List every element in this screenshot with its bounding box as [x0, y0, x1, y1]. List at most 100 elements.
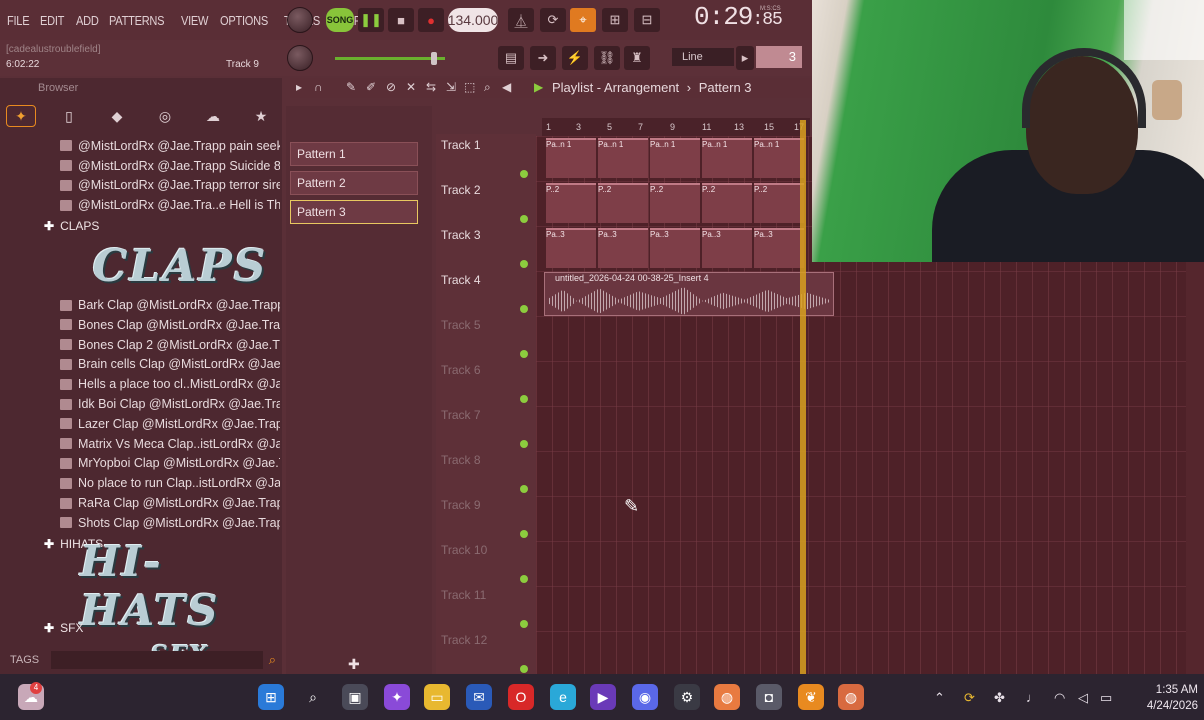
list-item[interactable]: Hells a place too cl..MistLordRx @Jae.Tr… — [10, 374, 280, 394]
tags-search-input[interactable] — [51, 651, 263, 669]
pencil-icon[interactable]: ✎ — [346, 80, 356, 94]
menu-edit[interactable]: EDIT — [40, 13, 64, 28]
list-item[interactable]: Idk Boi Clap @MistLordRx @Jae.Trapp — [10, 394, 280, 414]
snap-value[interactable]: 3 — [756, 46, 802, 68]
tray-app-icon[interactable]: ✤ — [994, 690, 1005, 706]
menu-add[interactable]: ADD — [76, 13, 99, 28]
search-icon[interactable]: ⌕ — [300, 684, 326, 710]
list-item[interactable]: No place to run Clap..istLordRx @Jae.Tra… — [10, 473, 280, 493]
mixer-button[interactable]: ⛓ — [594, 46, 620, 70]
track-mute-led[interactable] — [520, 395, 528, 403]
track-mute-led[interactable] — [520, 485, 528, 493]
delete-icon[interactable]: ⊘ — [386, 80, 396, 94]
pattern-clip[interactable]: Pa..n 1 — [650, 138, 700, 178]
track-mute-led[interactable] — [520, 170, 528, 178]
track-mute-led[interactable] — [520, 530, 528, 538]
step-edit-button[interactable]: ⊞ — [602, 8, 628, 32]
track-header-6[interactable]: Track 6 — [441, 363, 481, 377]
menu-options[interactable]: OPTIONS — [220, 13, 268, 28]
list-item[interactable]: @MistLordRx @Jae.Tra..e Hell is That!! 8… — [10, 195, 280, 215]
metronome-button[interactable]: ⏅ — [508, 8, 534, 32]
audio-clip[interactable]: untitled_2026-04-24 00-38-25_Insert 4 — [544, 272, 834, 316]
pattern-clip[interactable]: Pa..n 1 — [546, 138, 596, 178]
track-header-10[interactable]: Track 10 — [441, 543, 487, 557]
menu-patterns[interactable]: PATTERNS — [109, 13, 165, 28]
track-mute-led[interactable] — [520, 350, 528, 358]
browser-button[interactable]: ♜ — [624, 46, 650, 70]
play-pause-button[interactable]: ❚❚ — [358, 8, 384, 32]
track-mute-led[interactable] — [520, 260, 528, 268]
app-icon[interactable]: ◍ — [714, 684, 740, 710]
pattern-item-2[interactable]: Pattern 2 — [290, 171, 418, 195]
track-mute-led[interactable] — [520, 665, 528, 673]
timeline-ruler[interactable]: 1 3 5 7 9 11 13 15 17 — [542, 118, 810, 136]
list-item[interactable]: MrYopboi Clap @MistLordRx @Jae.Trapp — [10, 454, 280, 474]
browser-cloud-icon[interactable]: ☁ — [198, 105, 228, 127]
pattern-clip[interactable]: P..2 — [650, 183, 700, 223]
volume-icon[interactable]: ◁ — [1078, 690, 1088, 706]
playlist-menu-arrow-icon[interactable]: ▸ — [296, 80, 302, 94]
track-header-7[interactable]: Track 7 — [441, 408, 481, 422]
pattern-item-1[interactable]: Pattern 1 — [290, 142, 418, 166]
countdown-button[interactable]: ⌖ — [570, 8, 596, 32]
browser-files-icon[interactable]: ▯ — [54, 105, 84, 127]
edge-icon[interactable]: e — [550, 684, 576, 710]
track-header-5[interactable]: Track 5 — [441, 318, 481, 332]
pattern-clip[interactable]: P..2 — [598, 183, 648, 223]
task-view-icon[interactable]: ▣ — [342, 684, 368, 710]
track-header-12[interactable]: Track 12 — [441, 633, 487, 647]
tempo-display[interactable]: 134.000 — [448, 8, 498, 32]
select-icon[interactable]: ⬚ — [464, 80, 475, 94]
list-item[interactable]: Lazer Clap @MistLordRx @Jae.Trapp — [10, 414, 280, 434]
pattern-clip[interactable]: Pa..3 — [598, 228, 648, 268]
pattern-clip[interactable]: Pa..3 — [702, 228, 752, 268]
playhead[interactable] — [800, 120, 806, 674]
wait-input-button[interactable]: ⟳ — [540, 8, 566, 32]
track-mute-led[interactable] — [520, 215, 528, 223]
browser-favorites-icon[interactable]: ★ — [246, 105, 276, 127]
list-item[interactable]: Bark Clap @MistLordRx @Jae.Trapp — [10, 295, 280, 315]
track-mute-led[interactable] — [520, 305, 528, 313]
search-icon[interactable]: ⌕ — [269, 652, 276, 668]
snap-mode-dropdown[interactable]: Line — [672, 48, 734, 66]
microphone-icon[interactable]: ♩ — [1026, 690, 1039, 705]
list-item[interactable]: Matrix Vs Meca Clap..istLordRx @Jae.Trap… — [10, 434, 280, 454]
fl-studio-icon[interactable]: ❦ — [798, 684, 824, 710]
snap-arrow-button[interactable]: ▸ — [736, 46, 754, 70]
menu-file[interactable]: FILE — [7, 13, 30, 28]
menu-view[interactable]: VIEW — [181, 13, 208, 28]
app-icon-2[interactable]: ◍ — [838, 684, 864, 710]
track-header-1[interactable]: Track 1 — [441, 138, 481, 152]
track-mute-led[interactable] — [520, 575, 528, 583]
folder-claps[interactable]: ✚ CLAPS — [10, 215, 280, 237]
file-explorer-icon[interactable]: ▭ — [424, 684, 450, 710]
list-item[interactable]: Bones Clap 2 @MistLordRx @Jae.Trapp — [10, 335, 280, 355]
song-mode-button[interactable]: SONG — [326, 8, 354, 32]
add-pattern-icon[interactable]: ✚ — [348, 656, 360, 673]
browser-plugins-icon[interactable]: ◆ — [102, 105, 132, 127]
list-item[interactable]: @MistLordRx @Jae.Trapp pain seeker 808 — [10, 136, 280, 156]
master-volume-knob[interactable] — [287, 45, 313, 71]
browser-all-icon[interactable]: ✦ — [6, 105, 36, 127]
master-pitch-knob[interactable] — [287, 7, 313, 33]
track-mute-led[interactable] — [520, 440, 528, 448]
list-item[interactable]: Shots Clap @MistLordRx @Jae.Trapp — [10, 513, 280, 533]
record-button[interactable]: ● — [418, 8, 444, 32]
pattern-clip[interactable]: Pa..3 — [546, 228, 596, 268]
pattern-clip[interactable]: Pa..3 — [754, 228, 804, 268]
clapper-icon[interactable]: ▶ — [590, 684, 616, 710]
windows-start-icon[interactable]: ⊞ — [258, 684, 284, 710]
tray-chevron-up-icon[interactable]: ⌃ — [934, 690, 945, 706]
list-item[interactable]: Bones Clap @MistLordRx @Jae.Trapp — [10, 315, 280, 335]
taskbar-clock[interactable]: 1:35 AM 4/24/2026 — [1128, 682, 1198, 714]
track-header-8[interactable]: Track 8 — [441, 453, 481, 467]
list-item[interactable]: @MistLordRx @Jae.Trapp Suicide 808 — [10, 156, 280, 176]
discord-icon[interactable]: ◉ — [632, 684, 658, 710]
browser-projects-icon[interactable]: ◎ — [150, 105, 180, 127]
wifi-icon[interactable]: ◠ — [1054, 690, 1065, 706]
master-volume-slider[interactable] — [335, 52, 445, 65]
zoom-icon[interactable]: ⌕ — [484, 80, 491, 95]
camera-icon[interactable]: ◘ — [756, 684, 782, 710]
tray-sync-icon[interactable]: ⟳ — [964, 690, 975, 706]
stop-button[interactable]: ■ — [388, 8, 414, 32]
